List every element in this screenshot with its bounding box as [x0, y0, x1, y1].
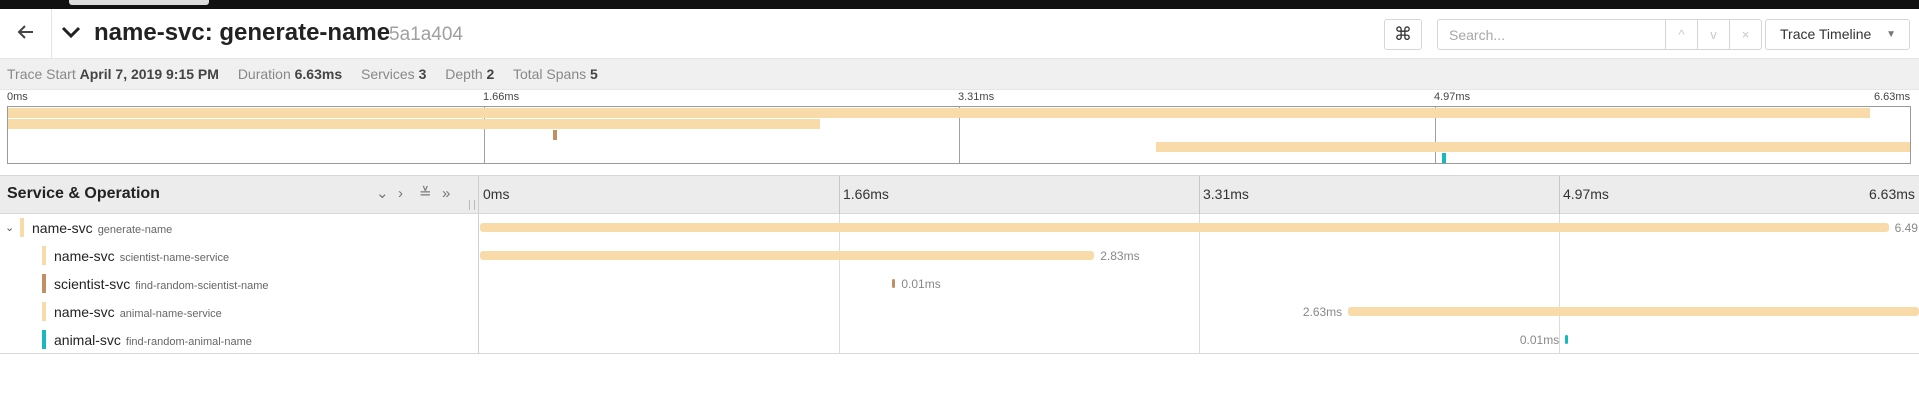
minimap-tick-label: 3.31ms	[958, 91, 995, 103]
span-rows: ⌄ name-svc generate-name 6.49 name-svc scient…	[0, 214, 1919, 354]
timeline-tick-label: 4.97ms	[1563, 186, 1609, 202]
close-icon: ×	[1741, 27, 1750, 42]
arrow-left-icon[interactable]	[12, 23, 40, 45]
timeline-tick-label: 1.66ms	[843, 186, 889, 202]
span-row[interactable]: name-svc animal-name-service 2.63ms	[0, 298, 1919, 326]
span-row[interactable]: scientist-svc find-random-scientist-name 0…	[0, 270, 1919, 298]
trace-summary-bar: Trace Start April 7, 2019 9:15 PM Durati…	[0, 58, 1919, 90]
header-gridline	[1199, 176, 1200, 214]
service-operation-header: Service & Operation ⌄ › ≚ »	[0, 176, 479, 214]
span-bar[interactable]	[480, 251, 1095, 260]
service-color-marker	[42, 246, 46, 265]
clear-search-button[interactable]: ×	[1730, 19, 1762, 50]
trace-start: Trace Start April 7, 2019 9:15 PM	[7, 66, 219, 82]
header-gridline	[1559, 176, 1560, 214]
trace-title: name-svc: generate-name	[94, 19, 391, 46]
service-name: name-svc	[54, 248, 115, 264]
span-service-name[interactable]: animal-svc find-random-animal-name	[54, 332, 252, 348]
browser-top-strip	[0, 0, 1919, 9]
span-duration-label: 0.01ms	[901, 277, 941, 291]
minimap-span-bar	[1155, 141, 1910, 152]
minimap-tick-label: 4.97ms	[1434, 91, 1471, 103]
header-gridline	[839, 176, 840, 214]
column-resizer[interactable]	[469, 200, 475, 210]
expand-toggle-icon[interactable]: ⌄	[5, 221, 14, 234]
timeline-tick-label: 3.31ms	[1203, 186, 1249, 202]
expand-one-icon[interactable]: ›	[398, 185, 403, 203]
service-name: animal-svc	[54, 332, 121, 348]
trace-minimap[interactable]: 0ms 1.66ms 3.31ms 4.97ms 6.63ms	[0, 90, 1919, 170]
span-duration-label: 2.83ms	[1100, 249, 1140, 263]
span-row[interactable]: animal-svc find-random-animal-name 0.01ms	[0, 326, 1919, 354]
minimap-tick-label: 0ms	[7, 91, 28, 103]
view-selector-label: Trace Timeline	[1780, 26, 1872, 42]
minimap-ticks: 0ms 1.66ms 3.31ms 4.97ms 6.63ms	[0, 90, 1919, 105]
collapse-one-icon[interactable]: ⌄	[376, 185, 389, 203]
service-name: name-svc	[32, 220, 93, 236]
operation-name: find-random-animal-name	[125, 336, 252, 348]
timeline-tick-label: 6.63ms	[1869, 186, 1915, 202]
service-color-marker	[42, 330, 46, 349]
chevron-down-icon[interactable]	[60, 19, 86, 47]
trace-depth: Depth 2	[445, 66, 495, 82]
service-color-marker	[42, 302, 46, 321]
trace-timeline-panel: Service & Operation ⌄ › ≚ » 0ms 1.66ms 3…	[0, 175, 1919, 354]
service-color-marker	[42, 274, 46, 293]
minimap-span-bar	[1442, 152, 1447, 163]
service-operation-title: Service & Operation	[7, 185, 160, 202]
view-selector-dropdown[interactable]: Trace Timeline ▼	[1765, 19, 1910, 50]
span-row[interactable]: ⌄ name-svc generate-name 6.49	[0, 214, 1919, 242]
chevron-down-icon: ▼	[1886, 29, 1896, 40]
minimap-span-bar	[8, 119, 820, 130]
trace-page-header: name-svc: generate-name 5a1a404 ⌘ ^ v × …	[0, 9, 1919, 58]
prev-result-button[interactable]: ^	[1666, 19, 1698, 50]
span-bar[interactable]	[1348, 307, 1919, 316]
keyboard-shortcuts-button[interactable]: ⌘	[1384, 19, 1422, 50]
service-name: name-svc	[54, 304, 115, 320]
span-service-name[interactable]: name-svc scientist-name-service	[54, 248, 229, 264]
chevron-up-icon: ^	[1678, 27, 1685, 42]
span-bar[interactable]	[1565, 335, 1569, 344]
operation-name: find-random-scientist-name	[135, 280, 269, 292]
trace-id: 5a1a404	[389, 24, 463, 45]
span-bar[interactable]	[480, 223, 1889, 232]
minimap-canvas[interactable]	[7, 106, 1911, 164]
span-service-name[interactable]: scientist-svc find-random-scientist-name	[54, 276, 269, 292]
service-name: scientist-svc	[54, 276, 131, 292]
minimap-tick-label: 1.66ms	[483, 91, 520, 103]
span-duration-label: 0.01ms	[1519, 333, 1560, 347]
operation-name: generate-name	[97, 224, 173, 236]
timeline-header: Service & Operation ⌄ › ≚ » 0ms 1.66ms 3…	[0, 176, 1919, 214]
operation-name: scientist-name-service	[119, 252, 230, 264]
minimap-span-bar	[553, 130, 558, 141]
span-duration-label: 6.49	[1894, 221, 1918, 235]
trace-total-spans: Total Spans 5	[512, 66, 598, 82]
minimap-tick-label: 6.63ms	[1874, 91, 1911, 103]
collapse-all-icon[interactable]: ≚	[419, 185, 432, 203]
span-duration-label: 2.63ms	[1302, 305, 1343, 319]
span-service-name[interactable]: name-svc generate-name	[32, 220, 172, 236]
header-divider	[51, 9, 52, 58]
trace-services: Services 3	[361, 66, 427, 82]
timeline-tick-label: 0ms	[483, 186, 510, 202]
span-service-name[interactable]: name-svc animal-name-service	[54, 304, 222, 320]
next-result-button[interactable]: v	[1698, 19, 1730, 50]
expand-all-icon[interactable]: »	[442, 185, 450, 203]
search-input[interactable]	[1437, 19, 1666, 50]
operation-name: animal-name-service	[119, 308, 222, 320]
browser-tab[interactable]	[69, 0, 209, 5]
trace-duration: Duration 6.63ms	[237, 66, 343, 82]
span-row[interactable]: name-svc scientist-name-service 2.83ms	[0, 242, 1919, 270]
minimap-span-bar	[8, 108, 1870, 119]
span-bar[interactable]	[892, 279, 896, 288]
service-color-marker	[20, 218, 24, 237]
chevron-down-small-icon: v	[1710, 27, 1717, 42]
